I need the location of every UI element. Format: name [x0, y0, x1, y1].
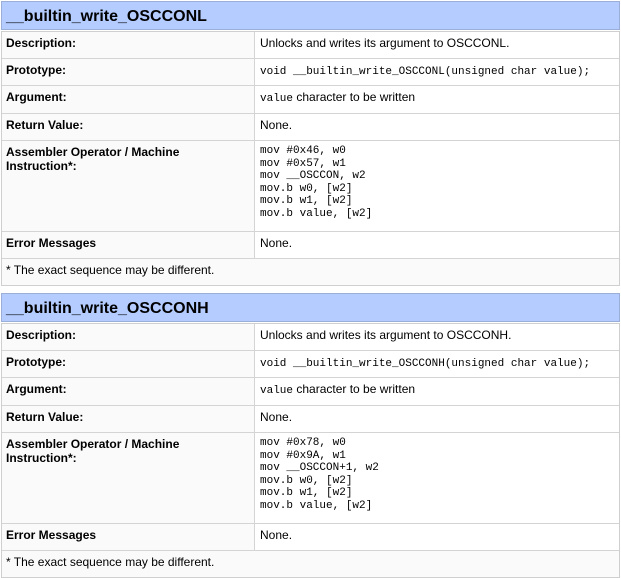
row-label: Description: [2, 32, 255, 58]
row-value: Unlocks and writes its argument to OSCCO… [255, 324, 619, 350]
row-value: value character to be written [255, 86, 619, 113]
code-line: mov.b w1, [w2] [260, 195, 353, 207]
assembler-code: mov #0x46, w0 mov #0x57, w1 mov __OSCCON, … [255, 141, 619, 231]
code-line: mov.b w0, [w2] [260, 182, 353, 195]
code-line: mov __OSCCON, w2 [260, 170, 366, 182]
builtin-section-osconl: __builtin_write_OSCCONL Description: Unl… [1, 1, 620, 286]
row-label: Argument: [2, 86, 255, 113]
table-row-prototype: Prototype: void __builtin_write_OSCCONL(… [2, 59, 619, 86]
table-row-return-value: Return Value: None. [2, 406, 619, 433]
section-title: __builtin_write_OSCCONL [1, 1, 620, 30]
argument-code: value [260, 385, 294, 397]
code-line: mov.b w1, [w2] [260, 487, 353, 499]
table-row-argument: Argument: value character to be written [2, 86, 619, 114]
table-row-description: Description: Unlocks and writes its argu… [2, 32, 619, 59]
footnote: * The exact sequence may be different. [6, 263, 215, 277]
row-label: Assembler Operator / Machine Instruction… [2, 433, 255, 523]
row-label: Argument: [2, 378, 255, 405]
row-value-code: void __builtin_write_OSCCONH(unsigned ch… [255, 351, 619, 377]
row-label: Prototype: [2, 351, 255, 377]
row-value: None. [255, 232, 619, 258]
table-row-prototype: Prototype: void __builtin_write_OSCCONH(… [2, 351, 619, 378]
code-line: mov #0x9A, w1 [260, 449, 346, 462]
builtin-table: Description: Unlocks and writes its argu… [1, 31, 620, 286]
argument-text: character to be written [293, 90, 416, 104]
table-row-error-messages: Error Messages None. [2, 232, 619, 259]
row-label: Return Value: [2, 406, 255, 432]
row-label: Prototype: [2, 59, 255, 85]
builtin-section-osconh: __builtin_write_OSCCONH Description: Unl… [1, 293, 620, 578]
table-row-assembler: Assembler Operator / Machine Instruction… [2, 433, 619, 524]
code-line: mov #0x46, w0 [260, 145, 346, 157]
table-row-note: * The exact sequence may be different. [2, 259, 619, 285]
code-line: mov.b value, [w2] [260, 207, 373, 220]
row-value: None. [255, 524, 619, 550]
argument-text: character to be written [293, 382, 416, 396]
row-label: Error Messages [2, 232, 255, 258]
code-line: mov #0x78, w0 [260, 437, 346, 449]
row-label: Assembler Operator / Machine Instruction… [2, 141, 255, 231]
code-line: mov #0x57, w1 [260, 157, 346, 170]
footnote: * The exact sequence may be different. [6, 555, 215, 569]
code-line: mov __OSCCON+1, w2 [260, 462, 379, 474]
row-label: Error Messages [2, 524, 255, 550]
builtin-table: Description: Unlocks and writes its argu… [1, 323, 620, 578]
table-row-note: * The exact sequence may be different. [2, 551, 619, 577]
code-line: mov.b w0, [w2] [260, 474, 353, 487]
row-value: Unlocks and writes its argument to OSCCO… [255, 32, 619, 58]
row-label: Return Value: [2, 114, 255, 140]
argument-code: value [260, 93, 294, 105]
table-row-return-value: Return Value: None. [2, 114, 619, 141]
table-row-error-messages: Error Messages None. [2, 524, 619, 551]
row-value: value character to be written [255, 378, 619, 405]
assembler-code: mov #0x78, w0 mov #0x9A, w1 mov __OSCCON+1… [255, 433, 619, 523]
table-row-description: Description: Unlocks and writes its argu… [2, 324, 619, 351]
section-title: __builtin_write_OSCCONH [1, 293, 620, 322]
row-value: None. [255, 406, 619, 432]
table-row-argument: Argument: value character to be written [2, 378, 619, 406]
table-row-assembler: Assembler Operator / Machine Instruction… [2, 141, 619, 232]
row-value-code: void __builtin_write_OSCCONL(unsigned ch… [255, 59, 619, 85]
row-value: None. [255, 114, 619, 140]
row-label: Description: [2, 324, 255, 350]
code-line: mov.b value, [w2] [260, 499, 373, 512]
